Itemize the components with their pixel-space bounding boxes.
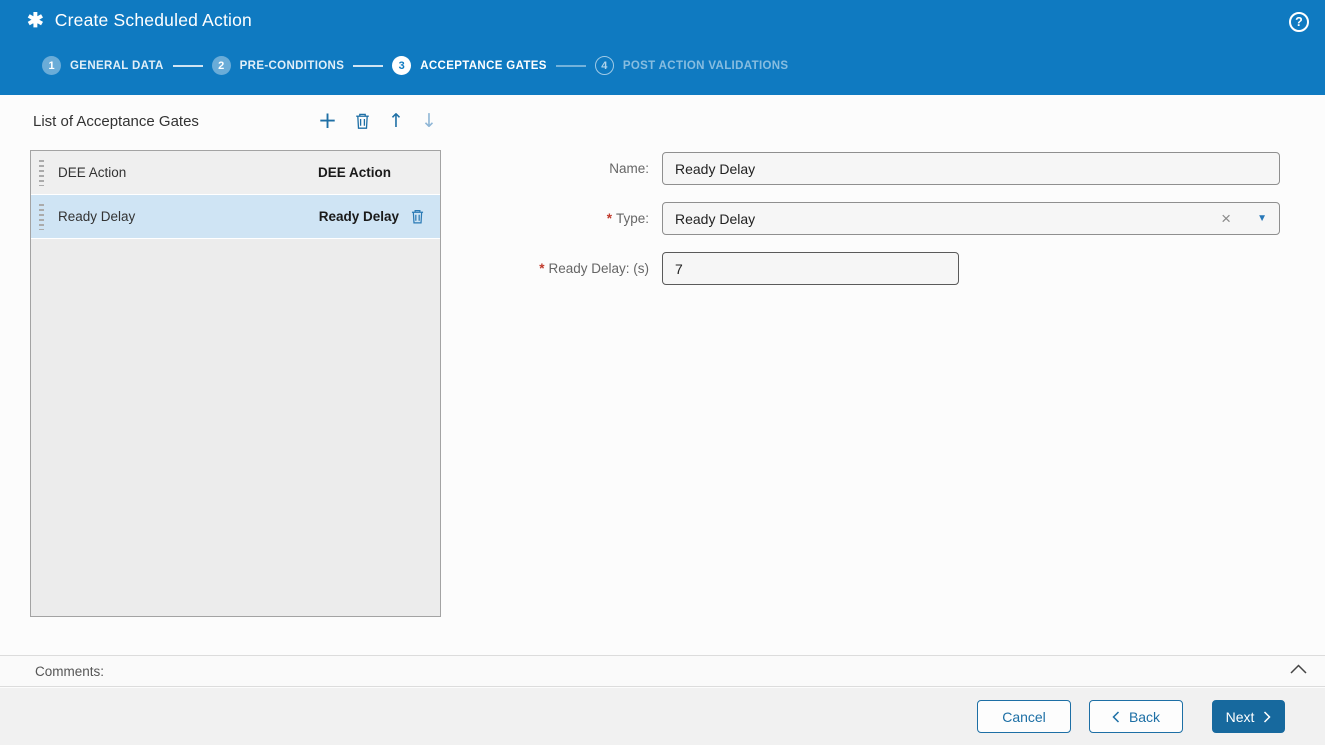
back-button[interactable]: Back <box>1089 700 1183 733</box>
drag-handle-icon[interactable] <box>39 159 44 186</box>
name-label: Name: <box>460 161 662 176</box>
dialog-header: ✱ Create Scheduled Action ? 1 GENERAL DA… <box>0 0 1325 95</box>
list-item-ready-delay[interactable]: Ready Delay Ready Delay <box>31 195 440 239</box>
ready-delay-label: * Ready Delay: (s) <box>460 261 662 276</box>
cancel-button[interactable]: Cancel <box>977 700 1071 733</box>
help-icon[interactable]: ? <box>1289 12 1309 32</box>
type-field-row: * Type: Ready Delay × ▼ <box>460 202 1280 235</box>
acceptance-gates-list: DEE Action DEE Action Ready Delay Ready … <box>30 150 441 617</box>
chevron-left-icon <box>1112 710 1119 723</box>
chevron-up-icon <box>1290 664 1307 674</box>
type-label: * Type: <box>460 211 662 226</box>
step-label: PRE-CONDITIONS <box>239 59 345 72</box>
delete-gate-button[interactable] <box>354 112 371 130</box>
ready-delay-field-row: * Ready Delay: (s) <box>460 252 959 285</box>
step-acceptance-gates[interactable]: 3 ACCEPTANCE GATES <box>392 56 547 75</box>
gate-type: Ready Delay <box>318 209 399 224</box>
list-item-dee-action[interactable]: DEE Action DEE Action <box>31 151 440 195</box>
step-connector <box>172 64 203 67</box>
dialog-footer: Cancel Back Next <box>0 688 1325 745</box>
chevron-down-icon[interactable]: ▼ <box>1257 213 1267 224</box>
clear-icon[interactable]: × <box>1221 210 1231 227</box>
step-label: GENERAL DATA <box>70 59 164 72</box>
step-connector <box>353 64 384 67</box>
trash-icon <box>356 113 369 129</box>
name-field-row: Name: <box>460 152 1280 185</box>
move-down-button[interactable]: ↓ <box>421 110 437 132</box>
type-dropdown[interactable]: Ready Delay × ▼ <box>662 202 1280 235</box>
collapse-comments-button[interactable] <box>1290 664 1307 674</box>
list-toolbar: + ↑ ↓ <box>318 110 437 133</box>
dropdown-value: Ready Delay <box>675 210 756 227</box>
button-label: Next <box>1225 708 1255 725</box>
required-asterisk: * <box>606 211 612 226</box>
step-number: 1 <box>42 56 61 75</box>
step-number: 3 <box>392 56 412 75</box>
list-title: List of Acceptance Gates <box>33 112 199 130</box>
step-connector <box>555 64 586 67</box>
step-label: POST ACTION VALIDATIONS <box>622 59 789 72</box>
ready-delay-input[interactable] <box>662 252 959 285</box>
step-post-action-validations[interactable]: 4 POST ACTION VALIDATIONS <box>594 56 789 75</box>
button-label: Back <box>1128 708 1161 725</box>
wizard-stepper: 1 GENERAL DATA 2 PRE-CONDITIONS 3 ACCEPT… <box>42 56 788 75</box>
comments-bar: Comments: <box>0 655 1325 687</box>
field-label: Name: <box>609 161 649 176</box>
step-number: 2 <box>211 56 231 75</box>
step-number: 4 <box>594 56 614 75</box>
create-scheduled-action-dialog: ✱ Create Scheduled Action ? 1 GENERAL DA… <box>0 0 1325 745</box>
asterisk-icon: ✱ <box>27 9 44 32</box>
step-label: ACCEPTANCE GATES <box>420 59 547 72</box>
step-pre-conditions[interactable]: 2 PRE-CONDITIONS <box>211 56 345 75</box>
gate-type: DEE Action <box>317 165 391 180</box>
gate-name: Ready Delay <box>58 209 136 224</box>
list-header: List of Acceptance Gates + ↑ ↓ <box>33 110 441 133</box>
required-asterisk: * <box>539 261 545 276</box>
delete-row-button[interactable] <box>410 208 425 225</box>
chevron-right-icon <box>1264 710 1271 723</box>
name-input[interactable] <box>662 152 1280 185</box>
move-up-button[interactable]: ↑ <box>388 110 404 132</box>
button-label: Cancel <box>1002 708 1046 725</box>
gate-name: DEE Action <box>58 165 127 180</box>
field-label: Type: <box>615 211 649 226</box>
title-row: ✱ Create Scheduled Action <box>27 10 252 31</box>
trash-icon <box>411 210 424 224</box>
field-label: Ready Delay: (s) <box>548 261 649 276</box>
page-title: Create Scheduled Action <box>54 10 252 30</box>
add-gate-button[interactable]: + <box>318 110 337 133</box>
comments-label: Comments: <box>35 663 105 679</box>
step-general-data[interactable]: 1 GENERAL DATA <box>42 56 164 75</box>
drag-handle-icon[interactable] <box>39 203 44 230</box>
next-button[interactable]: Next <box>1212 700 1285 733</box>
